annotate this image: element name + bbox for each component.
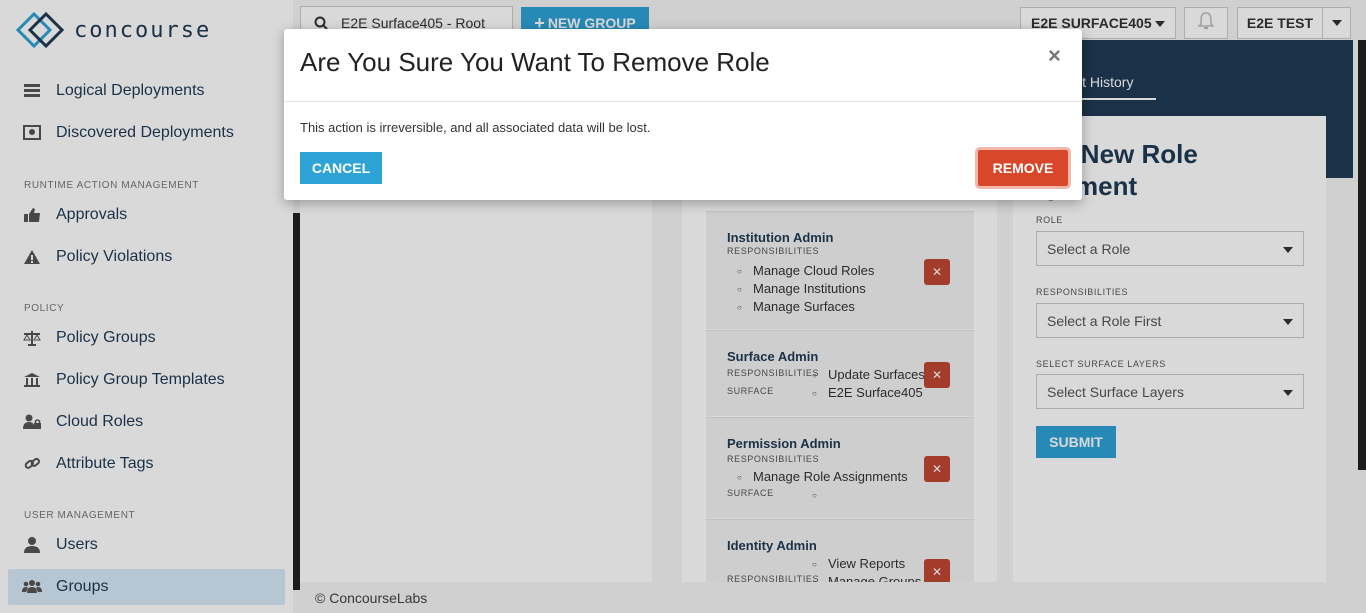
divider xyxy=(284,101,1082,102)
close-icon[interactable]: × xyxy=(1048,43,1061,69)
dialog-title: Are You Sure You Want To Remove Role xyxy=(300,47,770,77)
dialog-message: This action is irreversible, and all ass… xyxy=(300,120,651,135)
remove-button[interactable]: REMOVE xyxy=(978,150,1068,186)
remove-role-dialog: Are You Sure You Want To Remove Role × T… xyxy=(284,29,1082,200)
cancel-button[interactable]: CANCEL xyxy=(300,152,382,184)
